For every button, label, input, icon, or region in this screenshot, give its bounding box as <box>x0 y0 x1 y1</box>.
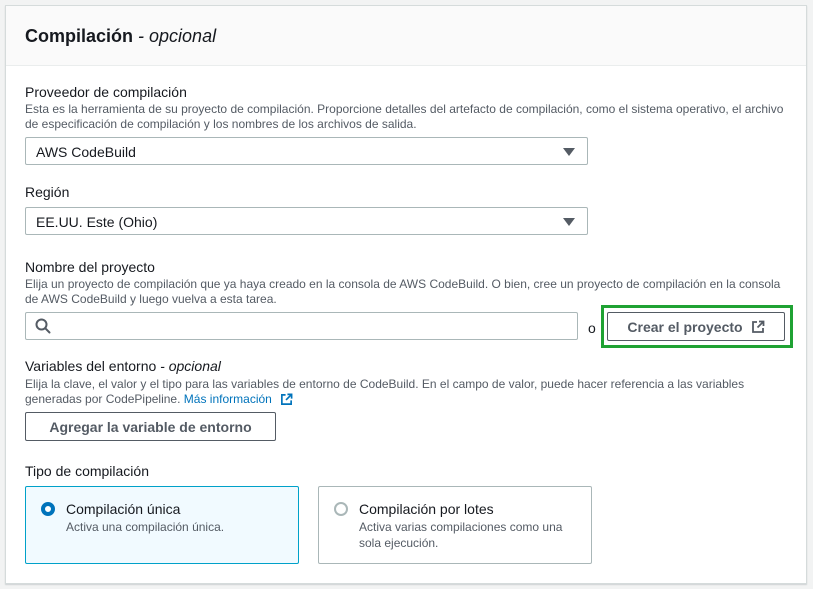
provider-description: Esta es la herramienta de su proyecto de… <box>25 102 784 131</box>
build-type-option-single[interactable]: Compilación única Activa una compilación… <box>25 486 299 564</box>
project-label: Nombre del proyecto <box>25 259 155 275</box>
project-description: Elija un proyecto de compilación que ya … <box>25 277 781 306</box>
build-type-label: Tipo de compilación <box>25 463 149 479</box>
external-link-icon <box>280 393 293 405</box>
region-label: Región <box>25 184 70 200</box>
env-vars-description-text: Elija la clave, el valor y el tipo para … <box>25 377 745 406</box>
more-info-link[interactable]: Más información <box>184 392 293 407</box>
option-description: Activa una compilación única. <box>66 520 225 534</box>
project-search-field[interactable] <box>25 312 578 340</box>
build-panel: Compilación - opcional Proveedor de comp… <box>5 5 807 584</box>
project-search-input[interactable] <box>58 315 572 337</box>
panel-title-text: Compilación <box>25 26 134 46</box>
env-vars-label-text: Variables del entorno <box>25 358 157 374</box>
search-icon <box>35 318 51 334</box>
create-project-button[interactable]: Crear el proyecto <box>607 312 785 341</box>
env-vars-label: Variables del entorno - opcional <box>25 358 221 374</box>
panel-title: Compilación - opcional <box>25 26 216 47</box>
env-vars-label-suffix: - opcional <box>160 358 221 374</box>
option-description: Activa varias compilaciones como una sol… <box>359 520 563 550</box>
or-text: o <box>588 320 596 336</box>
create-project-label: Crear el proyecto <box>627 318 743 335</box>
panel-header: Compilación - opcional <box>6 6 806 66</box>
external-link-icon <box>751 320 764 333</box>
option-title: Compilación por lotes <box>359 501 494 517</box>
panel-title-suffix: - opcional <box>138 26 217 46</box>
provider-select[interactable]: AWS CodeBuild <box>25 137 588 165</box>
provider-label: Proveedor de compilación <box>25 84 187 100</box>
caret-down-icon <box>563 148 575 156</box>
region-select-value: EE.UU. Este (Ohio) <box>36 214 158 230</box>
radio-selected[interactable] <box>41 502 55 516</box>
region-select[interactable]: EE.UU. Este (Ohio) <box>25 207 588 235</box>
radio-unselected[interactable] <box>334 502 348 516</box>
build-type-option-batch[interactable]: Compilación por lotes Activa varias comp… <box>318 486 592 564</box>
option-title: Compilación única <box>66 501 181 517</box>
caret-down-icon <box>563 218 575 226</box>
more-info-link-text: Más información <box>183 392 272 406</box>
env-vars-description: Elija la clave, el valor y el tipo para … <box>25 377 795 407</box>
add-env-var-button[interactable]: Agregar la variable de entorno <box>25 412 276 441</box>
provider-select-value: AWS CodeBuild <box>36 144 136 160</box>
